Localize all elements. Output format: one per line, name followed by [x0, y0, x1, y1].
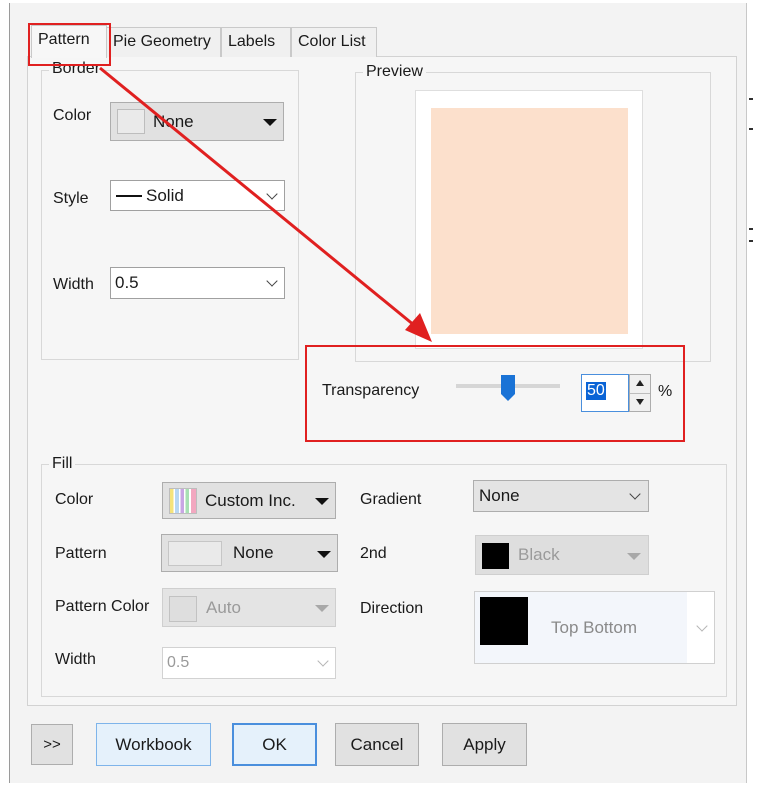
annotation-arrow [99, 66, 432, 342]
